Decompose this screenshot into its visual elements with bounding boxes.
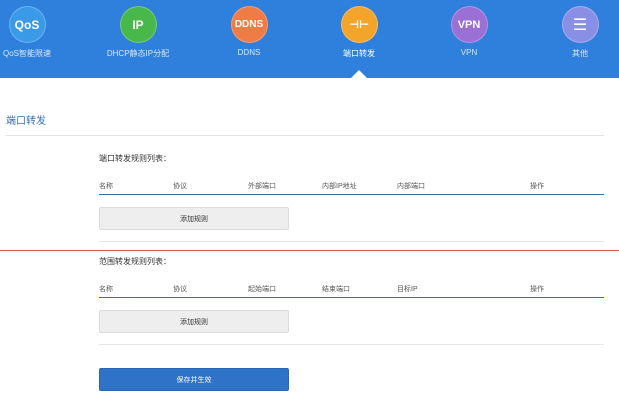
column-header: 协议 bbox=[173, 286, 187, 293]
port-rules-title: 端口转发规则列表： bbox=[99, 154, 171, 163]
nav-item-other[interactable]: ☰ 其他 bbox=[535, 0, 619, 78]
divider bbox=[99, 344, 604, 345]
column-header: 操作 bbox=[530, 286, 544, 293]
column-header: 内部端口 bbox=[397, 183, 425, 190]
nav-item-label: 其他 bbox=[572, 49, 588, 58]
nav-item-label: 端口转发 bbox=[343, 49, 375, 58]
nav-item-port-forwarding[interactable]: ⊣⊢ 端口转发 bbox=[314, 0, 404, 78]
menu-icon: ☰ bbox=[561, 6, 599, 43]
qos-icon: QoS bbox=[8, 6, 46, 43]
nav-item-ddns[interactable]: DDNS DDNS bbox=[204, 0, 294, 78]
column-header: 名称 bbox=[99, 286, 113, 293]
add-range-rule-button[interactable]: 添加规则 bbox=[99, 310, 289, 333]
column-header: 操作 bbox=[530, 183, 544, 190]
nav-item-dhcp-static-ip[interactable]: IP DHCP静态IP分配 bbox=[93, 0, 183, 78]
column-header: 名称 bbox=[99, 183, 113, 190]
range-rules-title: 范围转发规则列表： bbox=[99, 257, 171, 266]
nav-item-label: QoS智能限速 bbox=[2, 49, 51, 58]
nav-item-qos[interactable]: QoS QoS智能限速 bbox=[0, 0, 72, 78]
table-header-rule bbox=[99, 194, 604, 195]
page-title: 端口转发 bbox=[6, 116, 46, 127]
nav-item-label: DDNS bbox=[237, 48, 261, 57]
column-header: 结束端口 bbox=[322, 286, 350, 293]
vpn-icon: VPN bbox=[450, 6, 488, 43]
nav-item-label: DHCP静态IP分配 bbox=[106, 49, 170, 58]
column-header: 内部IP地址 bbox=[322, 183, 357, 190]
table-header-rule bbox=[99, 297, 604, 298]
divider bbox=[6, 135, 604, 136]
save-and-apply-button[interactable]: 保存并生效 bbox=[99, 368, 289, 391]
column-header: 外部端口 bbox=[248, 183, 276, 190]
column-header: 目标IP bbox=[397, 286, 418, 293]
divider bbox=[0, 250, 619, 251]
ip-icon: IP bbox=[119, 6, 157, 43]
nav-item-vpn[interactable]: VPN VPN bbox=[424, 0, 514, 78]
ddns-icon: DDNS bbox=[230, 6, 268, 43]
top-navigation-bar: QoS QoS智能限速 IP DHCP静态IP分配 DDNS DDNS ⊣⊢ 端… bbox=[0, 0, 619, 78]
nav-item-label: VPN bbox=[460, 48, 478, 57]
column-header: 协议 bbox=[173, 183, 187, 190]
port-forward-icon: ⊣⊢ bbox=[340, 6, 378, 43]
active-tab-pointer bbox=[351, 70, 367, 78]
add-port-rule-button[interactable]: 添加规则 bbox=[99, 207, 289, 230]
divider bbox=[99, 241, 604, 242]
column-header: 起始端口 bbox=[248, 286, 276, 293]
